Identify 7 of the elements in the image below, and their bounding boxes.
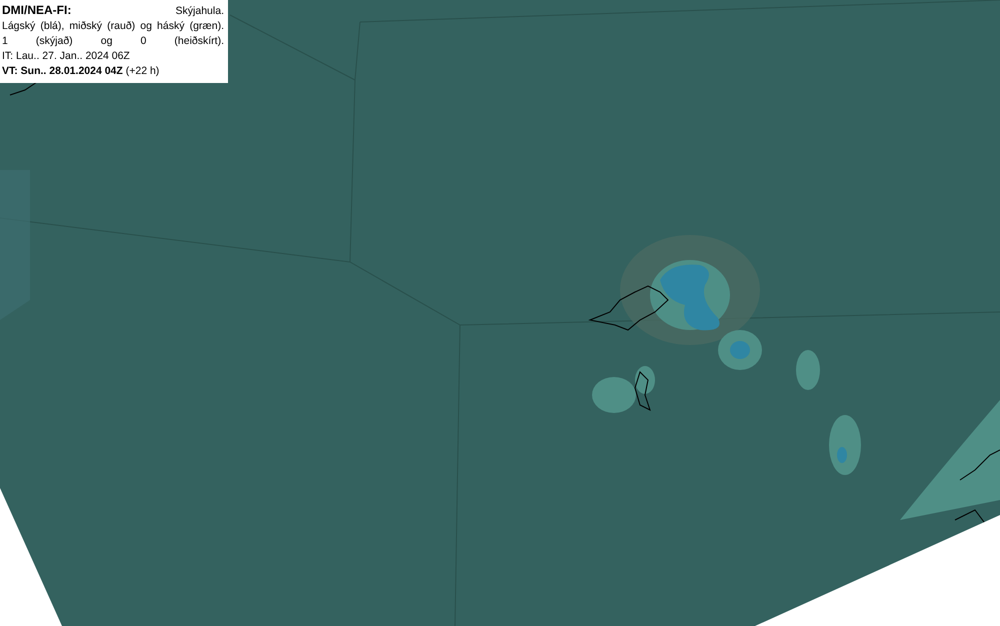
valid-time: VT: Sun.. 28.01.2024 04Z (+22 h) (2, 64, 160, 79)
legend-description: 1 (skýjað) og 0 (heiðskírt). (2, 34, 224, 49)
issue-time: IT: Lau.. 27. Jan.. 2024 06Z (2, 49, 131, 64)
legend-subtitle: Skýjahula. (176, 4, 224, 19)
island-coastline (634, 371, 651, 411)
legend-title: DMI/NEA-FI: (2, 3, 72, 18)
legend-description: Lágský (blá), miðský (rauð) og háský (græn). (2, 19, 224, 34)
